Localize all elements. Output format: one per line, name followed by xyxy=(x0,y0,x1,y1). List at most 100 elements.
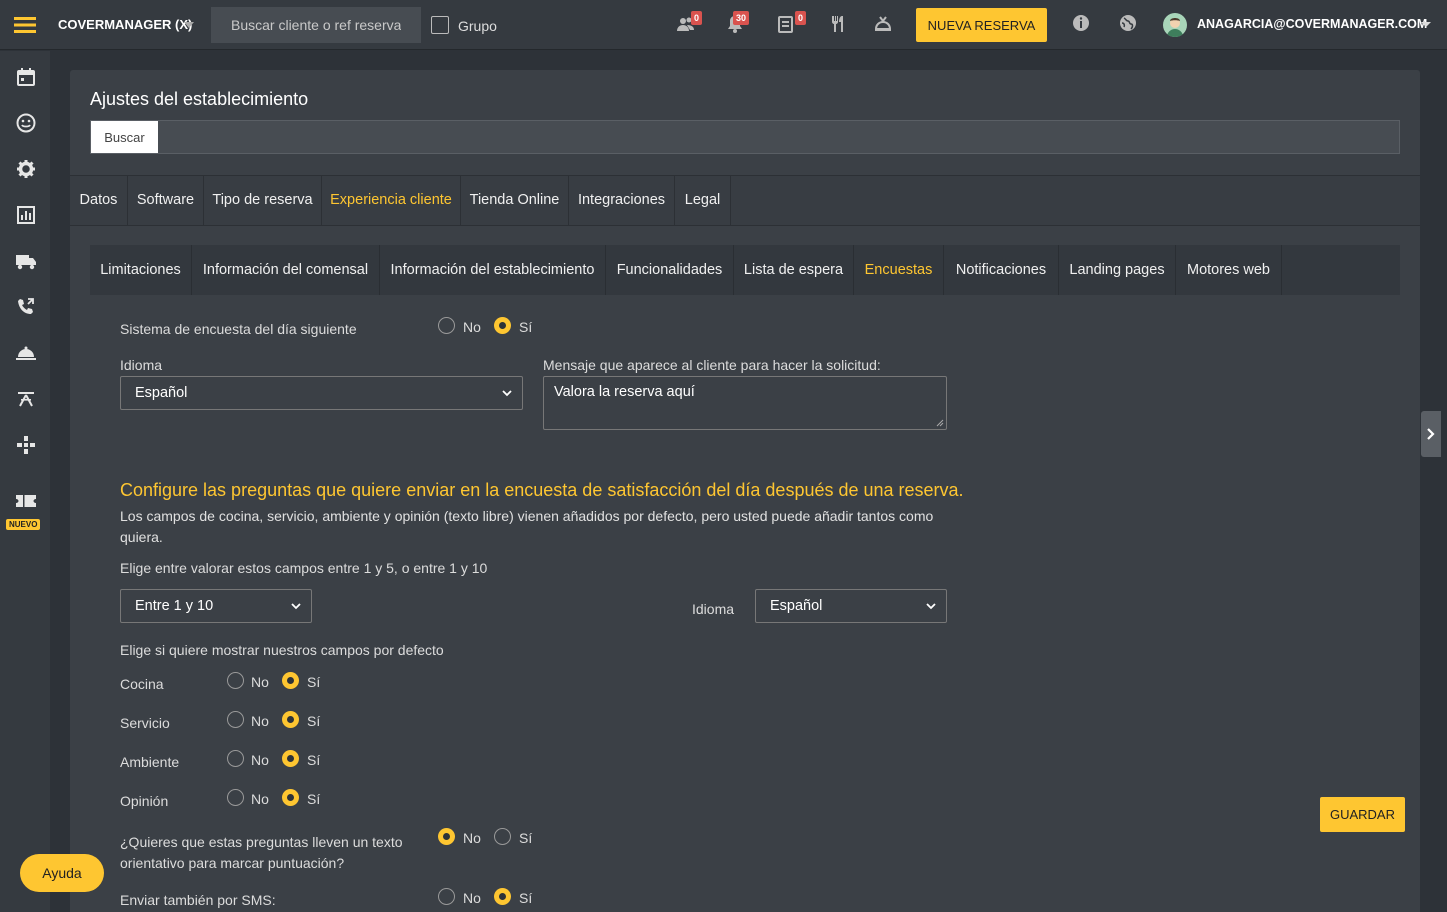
guide-si-radio[interactable] xyxy=(494,828,511,845)
tab-legal[interactable]: Legal xyxy=(675,176,731,225)
chevron-down-icon xyxy=(291,603,301,610)
chevron-down-icon xyxy=(502,390,512,397)
tab-experiencia-cliente[interactable]: Experiencia cliente xyxy=(322,176,461,225)
survey-si-radio[interactable] xyxy=(494,317,511,334)
resize-handle-icon[interactable] xyxy=(936,419,944,427)
radio-label: No xyxy=(251,752,269,768)
scale-select[interactable]: Entre 1 y 10 xyxy=(120,589,312,623)
top-bar: COVERMANAGER (X) Grupo 0 30 0 NUEVA RESE… xyxy=(0,0,1447,50)
language2-value: Español xyxy=(770,598,823,614)
menu-icon[interactable] xyxy=(0,0,50,50)
guide-no-radio[interactable] xyxy=(438,828,455,845)
tab-info-establecimiento[interactable]: Información del establecimiento xyxy=(380,245,606,295)
tab-motores-web[interactable]: Motores web xyxy=(1176,245,1282,295)
tab-landing-pages[interactable]: Landing pages xyxy=(1059,245,1176,295)
gear-icon[interactable] xyxy=(14,157,38,181)
cocina-no-radio[interactable] xyxy=(227,672,244,689)
defaults-label: Elige si quiere mostrar nuestros campos … xyxy=(120,642,444,658)
ticket-icon[interactable] xyxy=(14,489,38,513)
radio-label: Sí xyxy=(519,890,533,906)
clients-badge: 0 xyxy=(691,11,703,25)
cloche-icon[interactable] xyxy=(14,341,38,365)
radio-label: Sí xyxy=(519,319,533,335)
cocina-si-radio[interactable] xyxy=(282,672,299,689)
field-cocina-label: Cocina xyxy=(120,676,164,692)
tab-limitaciones[interactable]: Limitaciones xyxy=(90,245,192,295)
service-bell-icon[interactable] xyxy=(873,14,893,34)
page-title: Ajustes del establecimiento xyxy=(90,89,309,109)
chevron-down-icon[interactable] xyxy=(1421,22,1431,27)
search-button[interactable]: Buscar xyxy=(91,121,158,153)
tab-lista-espera[interactable]: Lista de espera xyxy=(734,245,854,295)
radio-label: No xyxy=(251,791,269,807)
chevron-down-icon xyxy=(926,603,936,610)
settings-search[interactable]: Buscar xyxy=(90,120,1400,154)
restaurant-selector[interactable]: COVERMANAGER (X) xyxy=(58,17,192,32)
questions-heading: Configure las preguntas que quiere envia… xyxy=(120,480,964,500)
ambiente-no-radio[interactable] xyxy=(227,750,244,767)
field-servicio-label: Servicio xyxy=(120,715,170,731)
globe-icon[interactable] xyxy=(1119,14,1139,34)
field-opinion-label: Opinión xyxy=(120,793,169,809)
expand-panel-toggle[interactable] xyxy=(1421,411,1441,457)
tab-datos[interactable]: Datos xyxy=(70,176,128,225)
tab-software[interactable]: Software xyxy=(128,176,204,225)
tab-tienda-online[interactable]: Tienda Online xyxy=(461,176,569,225)
table-icon[interactable] xyxy=(14,387,38,411)
language-select[interactable]: Español xyxy=(120,376,523,410)
radio-label: No xyxy=(463,319,481,335)
tab-funcionalidades[interactable]: Funcionalidades xyxy=(606,245,734,295)
new-badge: NUEVO xyxy=(6,519,41,530)
sms-no-radio[interactable] xyxy=(438,888,455,905)
user-email[interactable]: ANAGARCIA@COVERMANAGER.COM xyxy=(1197,17,1427,31)
bar-chart-icon[interactable] xyxy=(14,203,38,227)
save-button[interactable]: GUARDAR xyxy=(1320,797,1405,832)
language2-label: Idioma xyxy=(692,601,735,617)
radio-label: Sí xyxy=(307,674,321,690)
opinion-no-radio[interactable] xyxy=(227,789,244,806)
questions-description: Los campos de cocina, servicio, ambiente… xyxy=(120,508,934,545)
truck-icon[interactable] xyxy=(14,249,38,273)
radio-label: Sí xyxy=(307,791,321,807)
calendar-icon[interactable] xyxy=(14,65,38,89)
radio-label: Sí xyxy=(307,713,321,729)
scale-label: Elige entre valorar estos campos entre 1… xyxy=(120,560,488,576)
servicio-no-radio[interactable] xyxy=(227,711,244,728)
tab-integraciones[interactable]: Integraciones xyxy=(569,176,675,225)
radio-label: No xyxy=(251,713,269,729)
radio-label: Sí xyxy=(307,752,321,768)
field-ambiente-label: Ambiente xyxy=(120,754,180,770)
tab-tipo-reserva[interactable]: Tipo de reserva xyxy=(204,176,322,225)
guide-question-label: ¿Quieres que estas preguntas lleven un t… xyxy=(120,834,403,871)
new-reservation-button[interactable]: NUEVA RESERVA xyxy=(916,8,1047,42)
ambiente-si-radio[interactable] xyxy=(282,750,299,767)
phone-icon[interactable] xyxy=(14,295,38,319)
scale-value: Entre 1 y 10 xyxy=(135,598,214,614)
help-button[interactable]: Ayuda xyxy=(20,854,104,892)
radio-label: Sí xyxy=(519,830,533,846)
tab-encuestas[interactable]: Encuestas xyxy=(854,245,944,295)
tasks-badge: 0 xyxy=(795,11,807,25)
gamepad-icon[interactable] xyxy=(14,433,38,457)
opinion-si-radio[interactable] xyxy=(282,789,299,806)
survey-no-radio[interactable] xyxy=(438,317,455,334)
grupo-checkbox[interactable] xyxy=(431,16,449,34)
chevron-down-icon[interactable] xyxy=(184,22,194,28)
avatar[interactable] xyxy=(1163,13,1187,37)
primary-tabs: Datos Software Tipo de reserva Experienc… xyxy=(70,175,1420,226)
servicio-si-radio[interactable] xyxy=(282,711,299,728)
search-input[interactable] xyxy=(211,7,421,43)
secondary-tabs: Limitaciones Información del comensal In… xyxy=(90,245,1400,295)
message-textarea[interactable]: Valora la reserva aquí xyxy=(543,376,947,430)
utensils-icon[interactable] xyxy=(828,14,848,34)
smiley-icon[interactable] xyxy=(14,111,38,135)
language2-select[interactable]: Español xyxy=(755,589,947,623)
radio-label: No xyxy=(463,890,481,906)
tab-info-comensal[interactable]: Información del comensal xyxy=(192,245,380,295)
info-icon[interactable] xyxy=(1072,14,1092,34)
tab-notificaciones[interactable]: Notificaciones xyxy=(944,245,1059,295)
sms-label: Enviar también por SMS: xyxy=(120,892,276,908)
tasks-icon[interactable] xyxy=(776,14,796,34)
radio-label: No xyxy=(251,674,269,690)
sms-si-radio[interactable] xyxy=(494,888,511,905)
